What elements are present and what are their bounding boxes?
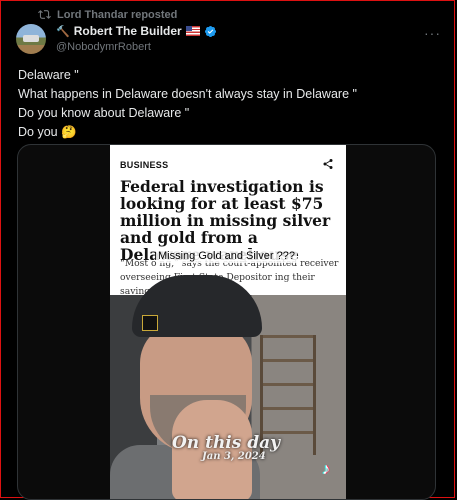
on-this-day-date: Jan 3, 2024 — [202, 451, 266, 462]
on-this-day-label: On this day — [172, 433, 281, 453]
repost-label: Lord Thandar reposted — [57, 8, 178, 21]
video-player[interactable]: BUSINESS Federal investigation is lookin… — [110, 145, 346, 499]
tweet-line: What happens in Delaware doesn't always … — [18, 87, 357, 101]
beanie-tag-graphic — [142, 315, 158, 331]
more-options-button[interactable]: ··· — [424, 25, 441, 41]
us-flag-icon — [185, 26, 200, 36]
tweet-line: Do you 🤔 — [18, 125, 77, 139]
avatar[interactable] — [16, 24, 46, 54]
tweet-line: Delaware " — [18, 68, 79, 82]
author-name[interactable]: Robert The Builder — [74, 24, 182, 38]
article-section: BUSINESS — [120, 160, 169, 170]
repost-header[interactable]: Lord Thandar reposted — [38, 8, 177, 21]
verified-badge-icon — [204, 25, 216, 37]
tiktok-icon: ♪ — [322, 461, 330, 478]
author-row[interactable]: 🔨 Robert The Builder — [56, 24, 217, 38]
video-caption: Missing Gold and Silver ??? — [156, 249, 297, 263]
share-icon — [323, 159, 333, 169]
author-handle[interactable]: @NobodymrRobert — [56, 41, 151, 53]
tweet-line: Do you know about Delaware " — [18, 106, 190, 120]
tweet-text: Delaware " What happens in Delaware does… — [18, 66, 357, 142]
repost-icon — [38, 10, 51, 19]
hammer-icon: 🔨 — [56, 25, 70, 38]
media-container[interactable]: BUSINESS Federal investigation is lookin… — [17, 144, 436, 500]
